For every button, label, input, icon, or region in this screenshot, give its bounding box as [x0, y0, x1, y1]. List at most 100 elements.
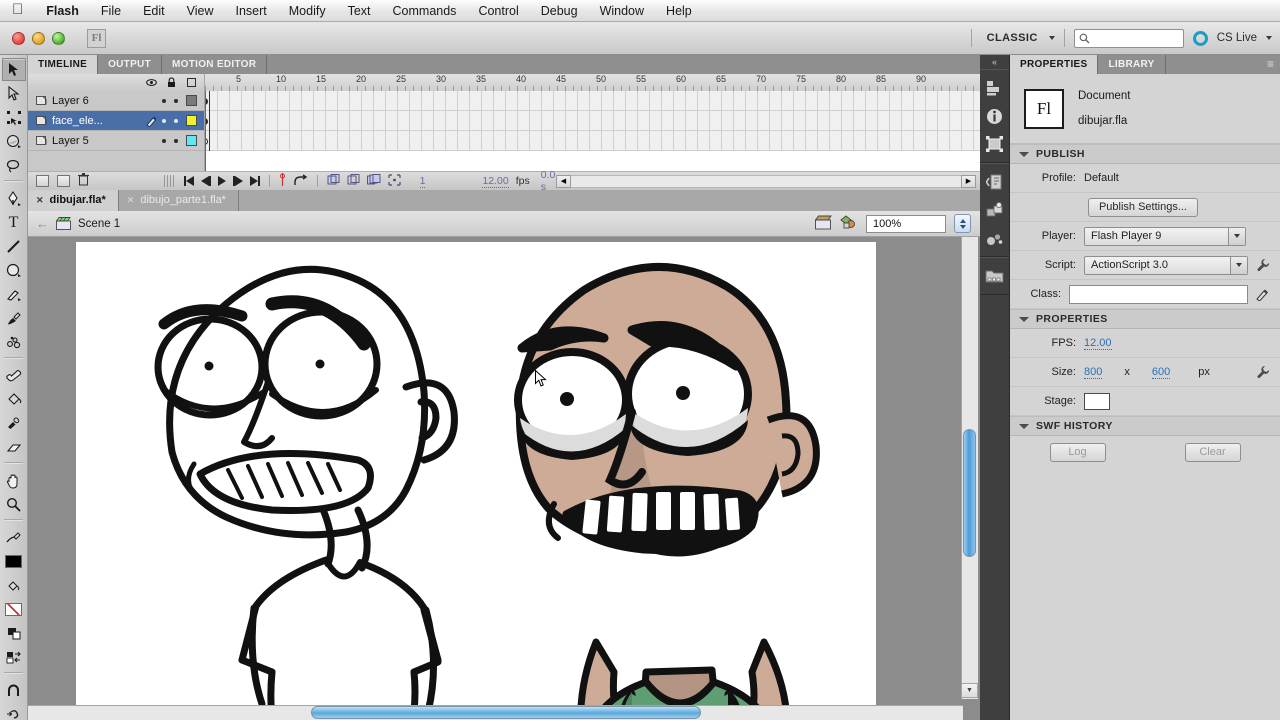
scroll-right-button[interactable]: ▶	[961, 174, 976, 188]
layer-visibility-toggle[interactable]	[162, 98, 166, 103]
step-back-button[interactable]	[201, 176, 212, 186]
menu-flash[interactable]: Flash	[35, 0, 90, 22]
panel-options-icon[interactable]: ≡	[1267, 55, 1280, 74]
subselection-tool[interactable]	[2, 82, 26, 105]
go-to-first-frame-button[interactable]	[184, 176, 195, 186]
zoom-tool[interactable]	[2, 493, 26, 516]
layer-lock-toggle[interactable]	[174, 98, 178, 103]
bone-tool[interactable]	[2, 364, 26, 387]
stage-scroll-down-button[interactable]: ▼	[961, 683, 978, 698]
stage-hscroll-thumb[interactable]	[311, 706, 701, 719]
info-panel-icon[interactable]	[982, 102, 1008, 130]
onion-skin-marker-icon[interactable]	[279, 173, 286, 189]
fill-color-chip[interactable]	[2, 598, 26, 621]
new-layer-button[interactable]	[36, 175, 49, 187]
new-folder-button[interactable]	[57, 175, 70, 187]
search-input[interactable]	[1073, 28, 1184, 48]
eye-icon[interactable]	[146, 77, 157, 88]
scene-name-label[interactable]: Scene 1	[78, 218, 120, 230]
pencil-tool[interactable]	[2, 283, 26, 306]
tab-properties[interactable]: PROPERTIES	[1010, 55, 1099, 74]
player-select[interactable]: Flash Player 9	[1084, 226, 1246, 246]
stage-color-swatch[interactable]	[1084, 392, 1110, 410]
menu-commands[interactable]: Commands	[382, 0, 468, 22]
edit-class-pencil-icon[interactable]	[1256, 287, 1270, 302]
stage-height-value[interactable]: 600	[1151, 366, 1171, 379]
menu-debug[interactable]: Debug	[530, 0, 589, 22]
cs-live-chevron-icon[interactable]	[1266, 36, 1272, 40]
paint-bucket-tool[interactable]	[2, 388, 26, 411]
close-icon[interactable]: ✕	[36, 190, 44, 211]
gradient-transform-tool[interactable]	[2, 130, 26, 153]
go-to-last-frame-button[interactable]	[250, 176, 261, 186]
class-input[interactable]	[1069, 284, 1248, 304]
fps-value[interactable]: 12.00	[482, 175, 509, 188]
playhead[interactable]	[205, 91, 206, 171]
close-window-button[interactable]	[12, 31, 25, 45]
menu-view[interactable]: View	[176, 0, 225, 22]
tab-timeline[interactable]: TIMELINE	[28, 55, 99, 74]
menu-edit[interactable]: Edit	[132, 0, 176, 22]
publish-settings-button[interactable]: Publish Settings...	[1087, 197, 1198, 217]
selection-tool[interactable]	[1, 58, 26, 81]
eraser-tool[interactable]	[2, 436, 26, 459]
play-button[interactable]	[218, 176, 227, 186]
line-tool[interactable]	[2, 235, 26, 258]
section-properties[interactable]: PROPERTIES	[1010, 309, 1280, 329]
library-panel-icon[interactable]	[982, 262, 1008, 290]
layer-color-swatch[interactable]	[186, 115, 197, 126]
stage-width-value[interactable]: 800	[1084, 366, 1103, 379]
section-publish[interactable]: PUBLISH	[1010, 144, 1280, 164]
size-settings-wrench-icon[interactable]	[1256, 365, 1270, 379]
log-button[interactable]: Log	[1049, 442, 1106, 462]
frame-row[interactable]	[205, 131, 980, 151]
menu-modify[interactable]: Modify	[278, 0, 337, 22]
swap-colors-button[interactable]	[2, 646, 26, 669]
chevron-down-icon[interactable]	[1228, 227, 1245, 245]
menu-insert[interactable]: Insert	[224, 0, 277, 22]
edit-multiple-frames-icon[interactable]	[366, 173, 381, 189]
frame-row[interactable]	[205, 111, 980, 131]
panel-resize-grip[interactable]	[163, 175, 175, 187]
zoom-stepper[interactable]	[954, 214, 971, 233]
layer-lock-toggle[interactable]	[174, 118, 178, 123]
timeline-hscrollbar[interactable]: ◀ ▶	[556, 174, 980, 188]
stepper-up-icon[interactable]	[959, 218, 966, 223]
free-transform-tool[interactable]	[2, 106, 26, 129]
cs-live-icon[interactable]	[1192, 30, 1208, 46]
deco-tool[interactable]	[2, 331, 26, 354]
timeline-ruler[interactable]: 5 10 15 20 25 30 35 40 45 50 55 60 65 70…	[205, 74, 980, 91]
components-icon[interactable]	[982, 196, 1008, 224]
document-tab[interactable]: ✕ dibujar.fla*	[28, 190, 119, 211]
script-settings-wrench-icon[interactable]	[1256, 258, 1270, 272]
collapse-panels-icon[interactable]: «	[980, 55, 1009, 69]
scroll-left-button[interactable]: ◀	[556, 174, 571, 188]
lasso-tool[interactable]	[2, 154, 26, 177]
layer-color-swatch[interactable]	[186, 95, 197, 106]
lock-icon[interactable]	[166, 77, 177, 88]
stroke-color-swatch[interactable]	[2, 526, 26, 549]
brush-tool[interactable]	[2, 307, 26, 330]
scroll-track[interactable]	[571, 174, 961, 188]
layer-visibility-toggle[interactable]	[162, 118, 166, 123]
delete-layer-button[interactable]	[78, 173, 89, 189]
pen-tool[interactable]	[2, 187, 26, 210]
layer-lock-toggle[interactable]	[174, 138, 178, 143]
chevron-down-icon[interactable]	[1230, 256, 1247, 274]
tab-output[interactable]: OUTPUT	[98, 55, 162, 74]
layer-row[interactable]: Layer 6	[28, 91, 204, 111]
stepper-down-icon[interactable]	[959, 224, 966, 229]
workspace-switcher[interactable]: CLASSIC	[981, 29, 1055, 47]
close-icon[interactable]: ✕	[127, 190, 135, 211]
back-arrow-icon[interactable]: ←	[36, 216, 49, 231]
transform-panel-icon[interactable]	[982, 130, 1008, 158]
oval-tool[interactable]	[2, 259, 26, 282]
frame-row[interactable]	[205, 91, 980, 111]
section-swf-history[interactable]: SWF HISTORY	[1010, 416, 1280, 436]
cs-live-label[interactable]: CS Live	[1217, 32, 1257, 44]
profile-value[interactable]: Default	[1084, 172, 1119, 184]
hand-tool[interactable]	[2, 469, 26, 492]
loop-playback-icon[interactable]	[293, 173, 308, 189]
menu-text[interactable]: Text	[337, 0, 382, 22]
align-panel-icon[interactable]	[982, 74, 1008, 102]
